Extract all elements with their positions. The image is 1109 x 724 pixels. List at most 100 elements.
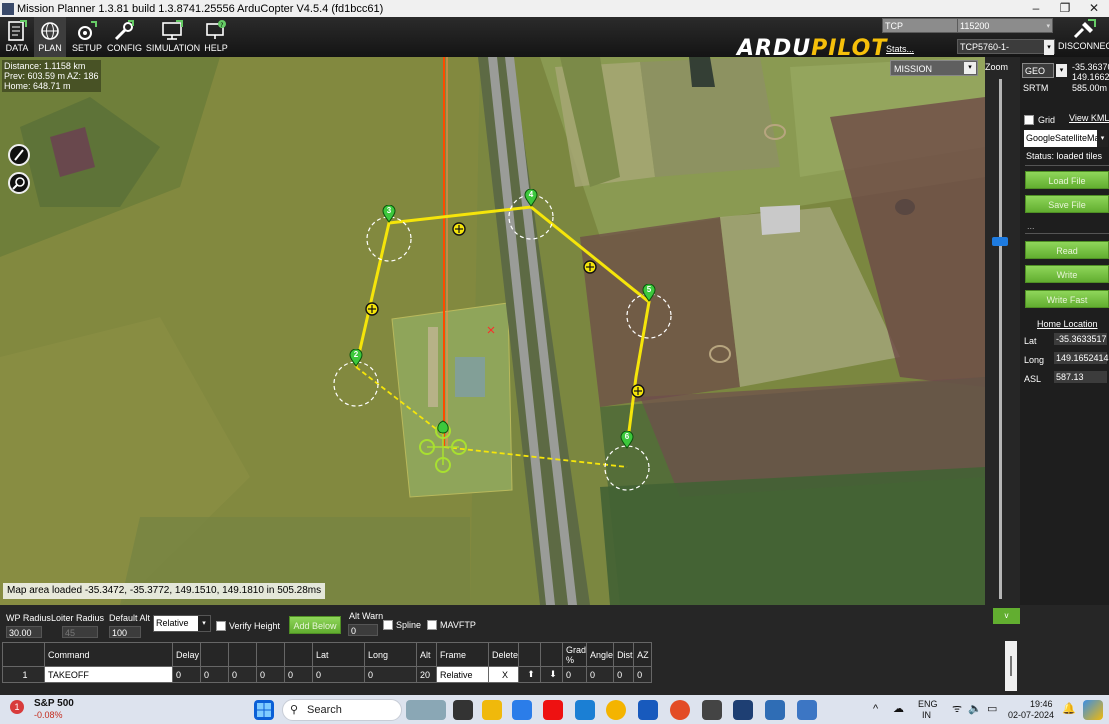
stock-alert-icon[interactable]: 1 bbox=[10, 700, 24, 714]
map-view[interactable]: 2 3 4 5 6 Distance: 1.1158 km Prev: 603.59 m… bbox=[0, 57, 985, 605]
spline-checkbox[interactable] bbox=[383, 620, 393, 630]
save-file-button[interactable]: Save File bbox=[1025, 195, 1109, 213]
file-explorer-icon[interactable] bbox=[482, 700, 502, 720]
table-cell[interactable]: 0 bbox=[562, 666, 588, 683]
delete-row-button[interactable]: X bbox=[487, 666, 520, 683]
add-below-button[interactable]: Add Below bbox=[289, 616, 341, 634]
write-button[interactable]: Write bbox=[1025, 265, 1109, 283]
menu-help[interactable]: ? HELP bbox=[203, 17, 229, 57]
home-lat-field[interactable]: -35.3633517 bbox=[1054, 333, 1107, 345]
alt-warn-field[interactable]: 0 bbox=[348, 624, 378, 636]
default-alt-field[interactable]: 100 bbox=[109, 626, 141, 638]
view-kml-link[interactable]: View KML bbox=[1069, 113, 1109, 123]
app-window-icon[interactable] bbox=[765, 700, 785, 720]
table-cell[interactable]: 0 bbox=[228, 666, 257, 683]
altitude-frame-select[interactable]: Relative ▾ bbox=[153, 615, 211, 632]
table-cell[interactable]: 0 bbox=[364, 666, 417, 683]
waypoint-marker[interactable]: 5 bbox=[642, 283, 656, 302]
waypoint-marker[interactable]: 2 bbox=[349, 348, 363, 367]
ruler-tool-button[interactable] bbox=[8, 144, 30, 166]
mission-planner-icon[interactable] bbox=[733, 700, 753, 720]
coord-system-select[interactable]: GEO bbox=[1022, 63, 1054, 78]
disconnect-button[interactable]: DISCONNECT bbox=[1058, 17, 1109, 55]
home-long-field[interactable]: 149.1652414 bbox=[1054, 352, 1109, 364]
mavftp-checkbox[interactable] bbox=[427, 620, 437, 630]
zoom-search-button[interactable] bbox=[8, 172, 30, 194]
home-asl-field[interactable]: 587.13 bbox=[1054, 371, 1107, 383]
todo-check-icon[interactable] bbox=[512, 700, 532, 720]
cloud-icon[interactable]: ☁ bbox=[893, 704, 904, 715]
menu-setup[interactable]: SETUP bbox=[70, 17, 104, 57]
youtube-icon[interactable] bbox=[543, 700, 563, 720]
task-view-icon[interactable] bbox=[453, 700, 473, 720]
panel-scrollbar[interactable] bbox=[1005, 641, 1017, 691]
app-doc-icon[interactable] bbox=[797, 700, 817, 720]
satellite-map[interactable] bbox=[0, 57, 985, 605]
table-cell[interactable]: 0 bbox=[200, 666, 229, 683]
tray-expand-icon[interactable]: ^ bbox=[873, 704, 878, 715]
copilot-icon[interactable] bbox=[1083, 700, 1103, 720]
table-cell[interactable]: 0 bbox=[633, 666, 653, 683]
zoom-slider-thumb[interactable] bbox=[992, 237, 1008, 246]
table-cell[interactable]: 20 bbox=[416, 666, 437, 683]
terminal-icon[interactable] bbox=[702, 700, 722, 720]
battery-icon[interactable]: ▭ bbox=[987, 704, 997, 715]
start-icon[interactable] bbox=[254, 700, 274, 720]
table-cell[interactable]: 0 bbox=[613, 666, 635, 683]
home-location-link[interactable]: Home Location bbox=[1037, 319, 1098, 329]
wifi-icon[interactable]: ᯤ bbox=[952, 704, 962, 715]
table-cell[interactable]: 0 bbox=[312, 666, 365, 683]
command-select-cell[interactable]: TAKEOFF bbox=[44, 666, 173, 683]
chevron-down-icon[interactable]: ▾ bbox=[1056, 64, 1067, 77]
language-text[interactable]: ENG bbox=[918, 699, 938, 709]
clock-date[interactable]: 02-07-2024 bbox=[1008, 710, 1054, 720]
table-row[interactable]: 1 TAKEOFF 0 0 0 0 0 0 0 20 Relative X ⬆ ⬇ 0 0 0 0 bbox=[2, 666, 653, 683]
frame-select-cell[interactable]: Relative bbox=[436, 666, 489, 683]
collapse-panel-button[interactable]: v bbox=[993, 608, 1020, 624]
read-button[interactable]: Read bbox=[1025, 241, 1109, 259]
table-cell[interactable]: 0 bbox=[256, 666, 285, 683]
wp-radius-field[interactable]: 30.00 bbox=[6, 626, 42, 638]
loiter-radius-field[interactable]: 45 bbox=[62, 626, 98, 638]
maximize-button[interactable]: ❐ bbox=[1050, 0, 1080, 17]
map-provider-select[interactable]: GoogleSatelliteMap ▾ bbox=[1024, 130, 1108, 147]
table-cell[interactable]: 0 bbox=[172, 666, 201, 683]
table-header-cell bbox=[228, 642, 257, 667]
table-cell[interactable]: 0 bbox=[284, 666, 313, 683]
word-icon[interactable] bbox=[638, 700, 658, 720]
table-cell[interactable]: 0 bbox=[586, 666, 615, 683]
menu-config[interactable]: CONFIG bbox=[107, 17, 142, 57]
stats-link[interactable]: Stats... bbox=[886, 44, 914, 54]
taskbar-search[interactable]: ⚲ Search bbox=[282, 699, 402, 721]
zoom-slider[interactable] bbox=[999, 79, 1002, 599]
widget-scene-icon[interactable] bbox=[406, 700, 446, 720]
menu-data[interactable]: DATA bbox=[2, 17, 32, 57]
chrome-icon[interactable] bbox=[606, 700, 626, 720]
baud-rate-select[interactable]: 115200 ▾ bbox=[957, 18, 1053, 33]
waypoint-marker[interactable]: 6 bbox=[620, 430, 634, 449]
menu-simulation[interactable]: SIMULATION bbox=[145, 17, 201, 57]
move-up-button[interactable]: ⬆ bbox=[518, 666, 542, 683]
clock-time[interactable]: 19:46 bbox=[1030, 699, 1053, 709]
verify-height-checkbox[interactable] bbox=[216, 621, 226, 631]
minimize-button[interactable]: – bbox=[1021, 0, 1051, 17]
load-file-button[interactable]: Load File bbox=[1025, 171, 1109, 189]
write-fast-button[interactable]: Write Fast bbox=[1025, 290, 1109, 308]
table-header-cell: AZ bbox=[633, 642, 653, 667]
map-mode-select[interactable]: MISSION ▾ bbox=[890, 60, 978, 76]
grid-checkbox[interactable] bbox=[1024, 115, 1034, 125]
menu-plan[interactable]: PLAN bbox=[34, 17, 66, 57]
more-options[interactable]: ... bbox=[1027, 221, 1035, 231]
row-number-cell[interactable]: 1 bbox=[2, 666, 45, 683]
waypoint-marker[interactable]: 4 bbox=[524, 188, 538, 207]
waypoint-marker[interactable]: 3 bbox=[382, 204, 396, 223]
stock-name[interactable]: S&P 500 bbox=[34, 699, 74, 709]
close-button[interactable]: ✕ bbox=[1079, 0, 1109, 17]
connection-type-select[interactable]: TCP▾ bbox=[882, 18, 968, 33]
notification-bell-icon[interactable]: 🔔 bbox=[1062, 704, 1076, 715]
device-select[interactable]: TCP5760-1-QUADROTI▾ bbox=[957, 39, 1055, 67]
browser-icon[interactable] bbox=[670, 700, 690, 720]
volume-icon[interactable]: 🔈 bbox=[968, 704, 982, 715]
move-down-button[interactable]: ⬇ bbox=[540, 666, 564, 683]
vscode-icon[interactable] bbox=[575, 700, 595, 720]
